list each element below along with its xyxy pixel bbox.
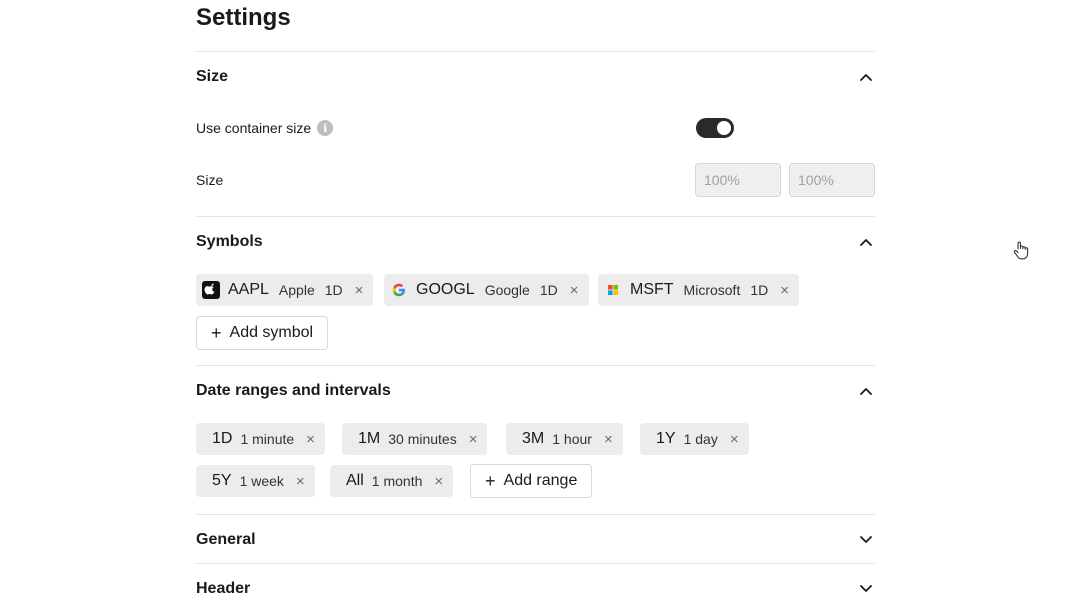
- chevron-up-icon[interactable]: [859, 70, 873, 84]
- divider: [196, 365, 875, 366]
- section-header-symbols[interactable]: Symbols: [196, 230, 875, 254]
- range-label: 1Y: [656, 430, 676, 447]
- symbol-chip-aapl[interactable]: AAPL Apple 1D ×: [196, 274, 374, 306]
- range-chip-5y[interactable]: 5Y 1 week ×: [196, 465, 315, 497]
- add-range-label: Add range: [503, 472, 578, 489]
- divider: [196, 563, 875, 564]
- chevron-down-icon[interactable]: [859, 582, 873, 596]
- add-range-button[interactable]: + Add range: [470, 464, 593, 498]
- close-icon[interactable]: ×: [604, 432, 613, 447]
- range-chip-all[interactable]: All 1 month ×: [330, 465, 454, 497]
- section-header-size[interactable]: Size: [196, 65, 875, 89]
- close-icon[interactable]: ×: [306, 432, 315, 447]
- section-title-general: General: [196, 531, 256, 548]
- hand-cursor-icon: [1012, 240, 1030, 260]
- microsoft-logo-icon: [604, 281, 622, 299]
- toggle-knob: [717, 121, 731, 135]
- range-interval: 1 minute: [240, 431, 295, 447]
- size-row: Size: [196, 163, 875, 197]
- divider: [196, 514, 875, 515]
- use-container-size-label: Use container size i: [196, 120, 334, 136]
- symbol-interval: 1D: [539, 282, 558, 298]
- range-label: 1D: [212, 430, 233, 447]
- divider: [196, 216, 875, 217]
- divider: [196, 51, 875, 52]
- symbol-chip-googl[interactable]: GOOGL Google 1D ×: [384, 274, 589, 306]
- range-chip-1m[interactable]: 1M 30 minutes ×: [342, 423, 488, 455]
- close-icon[interactable]: ×: [780, 283, 789, 298]
- google-logo-icon: [390, 281, 408, 299]
- section-header-header[interactable]: Header: [196, 577, 875, 601]
- section-header-ranges[interactable]: Date ranges and intervals: [196, 379, 875, 403]
- symbol-name: Apple: [278, 282, 315, 298]
- apple-logo-icon: [202, 281, 220, 299]
- range-interval: 1 week: [239, 473, 284, 489]
- size-label: Size: [196, 172, 224, 188]
- range-interval: 1 day: [683, 431, 718, 447]
- chevron-up-icon[interactable]: [859, 235, 873, 249]
- close-icon[interactable]: ×: [730, 432, 739, 447]
- close-icon[interactable]: ×: [296, 474, 305, 489]
- symbol-name: Google: [484, 282, 530, 298]
- close-icon[interactable]: ×: [434, 474, 443, 489]
- section-title-symbols: Symbols: [196, 233, 263, 250]
- plus-icon: +: [211, 323, 222, 343]
- symbol-ticker: AAPL: [228, 281, 269, 298]
- use-container-size-toggle[interactable]: [696, 118, 734, 138]
- symbol-interval: 1D: [324, 282, 343, 298]
- symbol-name: Microsoft: [683, 282, 741, 298]
- range-chip-1y[interactable]: 1Y 1 day ×: [640, 423, 749, 455]
- section-title-header: Header: [196, 580, 251, 597]
- chevron-down-icon[interactable]: [859, 533, 873, 547]
- range-interval: 1 hour: [552, 431, 592, 447]
- height-input[interactable]: [789, 163, 875, 197]
- symbol-interval: 1D: [750, 282, 769, 298]
- close-icon[interactable]: ×: [570, 283, 579, 298]
- range-interval: 30 minutes: [388, 431, 457, 447]
- range-chip-1d[interactable]: 1D 1 minute ×: [196, 423, 325, 455]
- symbol-ticker: GOOGL: [416, 281, 475, 298]
- range-chip-3m[interactable]: 3M 1 hour ×: [506, 423, 623, 455]
- range-label: 5Y: [212, 472, 232, 489]
- range-label: 1M: [358, 430, 381, 447]
- section-title-ranges: Date ranges and intervals: [196, 382, 391, 399]
- info-icon[interactable]: i: [317, 120, 334, 136]
- range-interval: 1 month: [371, 473, 423, 489]
- add-symbol-button[interactable]: + Add symbol: [196, 316, 329, 350]
- symbol-ticker: MSFT: [630, 281, 674, 298]
- range-label: All: [346, 472, 364, 489]
- section-title-size: Size: [196, 68, 229, 85]
- use-container-size-row: Use container size i: [196, 118, 875, 138]
- range-label: 3M: [522, 430, 545, 447]
- plus-icon: +: [485, 471, 496, 491]
- chevron-up-icon[interactable]: [859, 384, 873, 398]
- width-input[interactable]: [695, 163, 781, 197]
- close-icon[interactable]: ×: [355, 283, 364, 298]
- section-header-general[interactable]: General: [196, 528, 875, 552]
- symbol-chip-msft[interactable]: MSFT Microsoft 1D ×: [598, 274, 800, 306]
- settings-page: Settings Size Use container size i Size: [0, 0, 1068, 608]
- page-title: Settings: [196, 4, 291, 31]
- close-icon[interactable]: ×: [469, 432, 478, 447]
- use-container-size-text: Use container size: [196, 120, 312, 136]
- add-symbol-label: Add symbol: [229, 324, 314, 341]
